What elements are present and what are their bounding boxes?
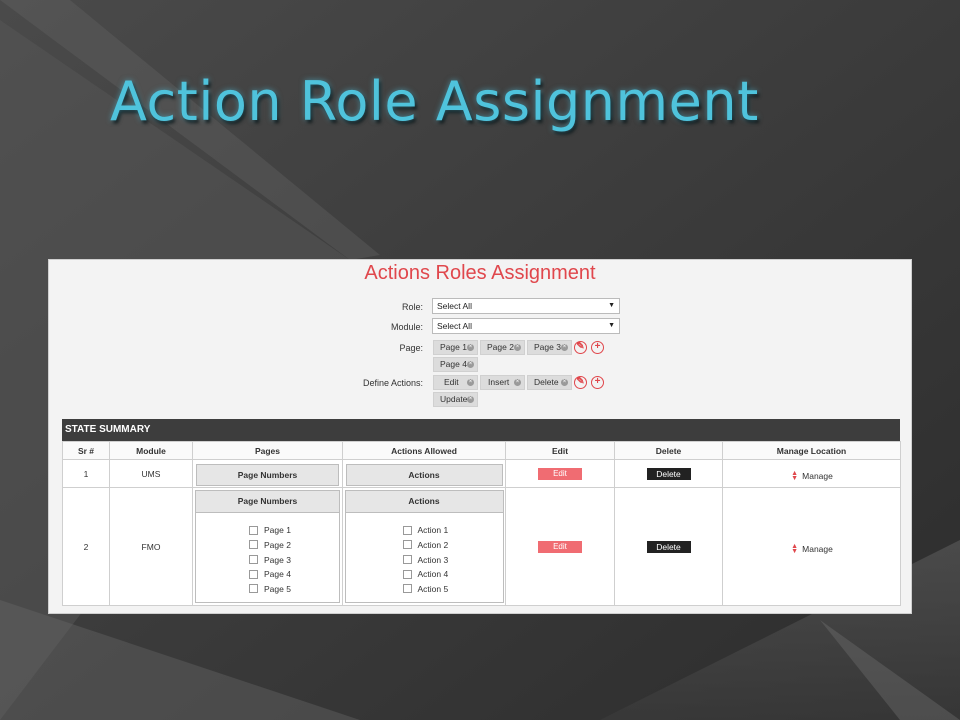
- column-header: Sr #: [62, 441, 110, 460]
- remove-icon[interactable]: ×: [514, 379, 521, 386]
- slide-title: Action Role Assignment: [110, 70, 759, 133]
- sort-arrows-icon: ▲ ▼: [791, 469, 799, 482]
- action-checkbox-item[interactable]: Action 5: [402, 581, 503, 596]
- action-checkbox-item[interactable]: Action 4: [402, 567, 503, 582]
- delete-button[interactable]: Delete: [646, 467, 691, 480]
- remove-icon[interactable]: ×: [561, 344, 568, 351]
- checkbox[interactable]: [402, 555, 412, 564]
- delete-cell: Delete: [614, 459, 723, 488]
- page-chip[interactable]: Page 3 ×: [527, 340, 572, 355]
- manage-link[interactable]: ▲ ▼ Manage: [790, 542, 833, 555]
- checkbox[interactable]: [249, 584, 258, 594]
- state-summary-table: Sr # Module Pages Actions Allowed Edit D…: [62, 441, 901, 606]
- edit-cell: Edit: [505, 459, 615, 488]
- remove-icon[interactable]: ×: [467, 396, 474, 403]
- checkbox[interactable]: [402, 569, 412, 579]
- actions-panel: Actions Action 1 Action 2 Action 3 Actio…: [344, 490, 504, 603]
- checkbox[interactable]: [249, 540, 258, 550]
- page-checkbox-item[interactable]: Page 5: [249, 581, 339, 596]
- actions-cell: Actions: [342, 459, 506, 488]
- action-chip[interactable]: Edit ×: [433, 375, 478, 390]
- action-chip[interactable]: Delete ×: [527, 375, 572, 390]
- manage-cell: ▲ ▼ Manage: [722, 487, 901, 606]
- checkbox[interactable]: [249, 525, 258, 535]
- edit-button[interactable]: Edit: [538, 467, 582, 480]
- page-checkbox-item[interactable]: Page 4: [249, 567, 339, 582]
- module-select-value: Select All: [437, 321, 472, 331]
- action-checkbox-item[interactable]: Action 1: [402, 523, 503, 538]
- column-header: Actions Allowed: [342, 441, 506, 460]
- page-label: Page:: [399, 343, 423, 353]
- action-chip[interactable]: Insert ×: [480, 375, 525, 390]
- column-header: Manage Location: [722, 441, 901, 460]
- checkbox[interactable]: [402, 525, 412, 535]
- manage-link[interactable]: ▲ ▼ Manage: [790, 469, 833, 482]
- checkbox[interactable]: [402, 540, 412, 550]
- remove-icon[interactable]: ×: [467, 379, 474, 386]
- pages-cell: Page Numbers Page 1 Page 2 Page 3 Page 4…: [192, 487, 343, 606]
- module-select[interactable]: Select All ▼: [432, 318, 620, 334]
- sr-cell: 2: [62, 487, 110, 606]
- column-header: Delete: [614, 441, 723, 460]
- checkbox[interactable]: [249, 569, 258, 579]
- edit-pencil-icon[interactable]: ✎: [574, 376, 587, 389]
- add-circle-icon[interactable]: +: [591, 376, 604, 389]
- edit-pencil-icon[interactable]: ✎: [574, 341, 587, 354]
- role-label: Role:: [401, 302, 423, 312]
- caret-down-icon: ▼: [608, 322, 615, 329]
- actions-cell: Actions Action 1 Action 2 Action 3 Actio…: [342, 487, 506, 606]
- module-label: Module:: [390, 322, 423, 332]
- page-numbers-dropdown[interactable]: Page Numbers: [196, 463, 339, 486]
- delete-cell: Delete: [614, 487, 723, 606]
- state-summary-header: STATE SUMMARY: [62, 419, 900, 441]
- add-circle-icon[interactable]: +: [591, 341, 604, 354]
- remove-icon[interactable]: ×: [561, 379, 568, 386]
- checkbox[interactable]: [402, 584, 412, 594]
- sr-cell: 1: [62, 459, 110, 488]
- page-chip[interactable]: Page 1 ×: [433, 340, 478, 355]
- table-header-row: Sr # Module Pages Actions Allowed Edit D…: [62, 441, 901, 460]
- page-checkbox-item[interactable]: Page 1: [249, 523, 339, 538]
- form-screenshot: Actions Roles Assignment Role: Select Al…: [48, 259, 912, 614]
- edit-button[interactable]: Edit: [538, 540, 582, 553]
- module-cell: FMO: [109, 487, 193, 606]
- page-checkbox-item[interactable]: Page 2: [249, 538, 339, 553]
- page-numbers-panel: Page Numbers Page 1 Page 2 Page 3 Page 4…: [195, 490, 340, 603]
- form-title: Actions Roles Assignment: [364, 262, 596, 284]
- column-header: Pages: [192, 441, 343, 460]
- manage-cell: ▲ ▼ Manage: [722, 459, 901, 488]
- page-chip[interactable]: Page 4 ×: [433, 357, 478, 372]
- page-numbers-header: Page Numbers: [196, 491, 339, 514]
- actions-header: Actions: [345, 491, 503, 514]
- remove-icon[interactable]: ×: [467, 344, 474, 351]
- action-chip[interactable]: Update ×: [433, 392, 478, 407]
- role-select[interactable]: Select All ▼: [432, 298, 620, 314]
- delete-button[interactable]: Delete: [646, 540, 691, 553]
- column-header: Module: [109, 441, 193, 460]
- remove-icon[interactable]: ×: [514, 344, 521, 351]
- actions-dropdown[interactable]: Actions: [345, 463, 503, 486]
- edit-cell: Edit: [505, 487, 615, 606]
- action-checkbox-item[interactable]: Action 2: [402, 538, 503, 553]
- table-row: 2 FMO Page Numbers Page 1 Page 2 Page 3 …: [62, 487, 901, 606]
- define-actions-label: Define Actions:: [362, 378, 423, 388]
- checkbox[interactable]: [249, 555, 258, 564]
- role-select-value: Select All: [437, 301, 472, 311]
- page-chip[interactable]: Page 2 ×: [480, 340, 525, 355]
- module-cell: UMS: [109, 459, 193, 488]
- sort-arrows-icon: ▲ ▼: [791, 542, 799, 555]
- remove-icon[interactable]: ×: [467, 361, 474, 368]
- pages-cell: Page Numbers: [192, 459, 343, 488]
- table-row: 1 UMS Page Numbers Actions Edit Delete ▲…: [62, 459, 901, 488]
- caret-down-icon: ▼: [608, 302, 615, 309]
- page-checkbox-item[interactable]: Page 3: [249, 552, 339, 567]
- action-checkbox-item[interactable]: Action 3: [402, 552, 503, 567]
- column-header: Edit: [505, 441, 615, 460]
